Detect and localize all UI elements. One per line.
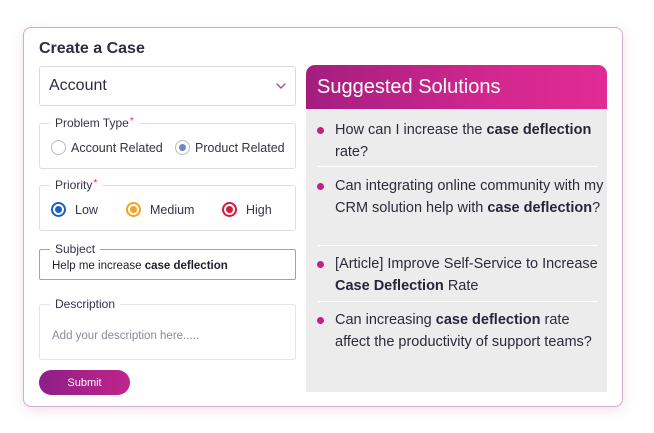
- radio-circle[interactable]: [222, 202, 237, 217]
- suggested-solutions-panel: Suggested Solutions How can I increase t…: [306, 65, 607, 392]
- description-placeholder: Add your description here.....: [52, 330, 200, 342]
- subject-legend: Subject: [50, 242, 101, 256]
- problem-type-group: Problem Type* Account Related Product Re…: [39, 116, 296, 169]
- radio-product-related[interactable]: Product Related: [175, 140, 285, 155]
- radio-label: Account Related: [71, 140, 163, 155]
- submit-button[interactable]: Submit: [39, 370, 130, 395]
- problem-type-legend: Problem Type*: [50, 116, 139, 130]
- radio-circle[interactable]: [126, 202, 141, 217]
- radio-circle[interactable]: [51, 140, 66, 155]
- radio-priority-high[interactable]: High: [222, 202, 272, 217]
- priority-group: Priority* Low Medium High: [39, 178, 296, 231]
- solution-item[interactable]: How can I increase the case deflection r…: [314, 119, 604, 163]
- divider: [318, 166, 598, 167]
- solution-item[interactable]: [Article] Improve Self-Service to Increa…: [314, 253, 604, 297]
- radio-priority-low[interactable]: Low: [51, 202, 98, 217]
- divider: [318, 245, 598, 246]
- subject-field[interactable]: Subject Help me increase case deflection: [39, 242, 296, 280]
- bullet-icon: [317, 261, 324, 268]
- solution-item[interactable]: Can increasing case deflection rate affe…: [314, 309, 604, 353]
- radio-account-related[interactable]: Account Related: [51, 140, 163, 155]
- create-case-card: Create a Case Account Problem Type* Acco…: [23, 27, 623, 407]
- description-field[interactable]: Description Add your description here...…: [39, 297, 296, 360]
- bullet-icon: [317, 127, 324, 134]
- radio-priority-medium[interactable]: Medium: [126, 202, 194, 217]
- subject-value: Help me increase case deflection: [52, 260, 228, 272]
- account-select-value: Account: [49, 77, 107, 94]
- solution-item[interactable]: Can integrating online community with my…: [314, 175, 604, 219]
- radio-label: Low: [75, 202, 98, 217]
- radio-circle-selected[interactable]: [51, 202, 66, 217]
- radio-label: Medium: [150, 202, 195, 217]
- account-select[interactable]: Account: [39, 66, 296, 106]
- required-asterisk: *: [129, 116, 134, 127]
- bullet-icon: [317, 183, 324, 190]
- radio-label: Product Related: [195, 140, 285, 155]
- description-legend: Description: [50, 297, 121, 311]
- chevron-down-icon: [276, 83, 286, 89]
- priority-legend: Priority*: [50, 178, 103, 192]
- page-title: Create a Case: [39, 40, 145, 57]
- suggested-solutions-title: Suggested Solutions: [306, 65, 607, 109]
- bullet-icon: [317, 317, 324, 324]
- required-asterisk: *: [93, 178, 98, 189]
- radio-label: High: [246, 202, 272, 217]
- divider: [318, 301, 598, 302]
- radio-circle-selected[interactable]: [175, 140, 190, 155]
